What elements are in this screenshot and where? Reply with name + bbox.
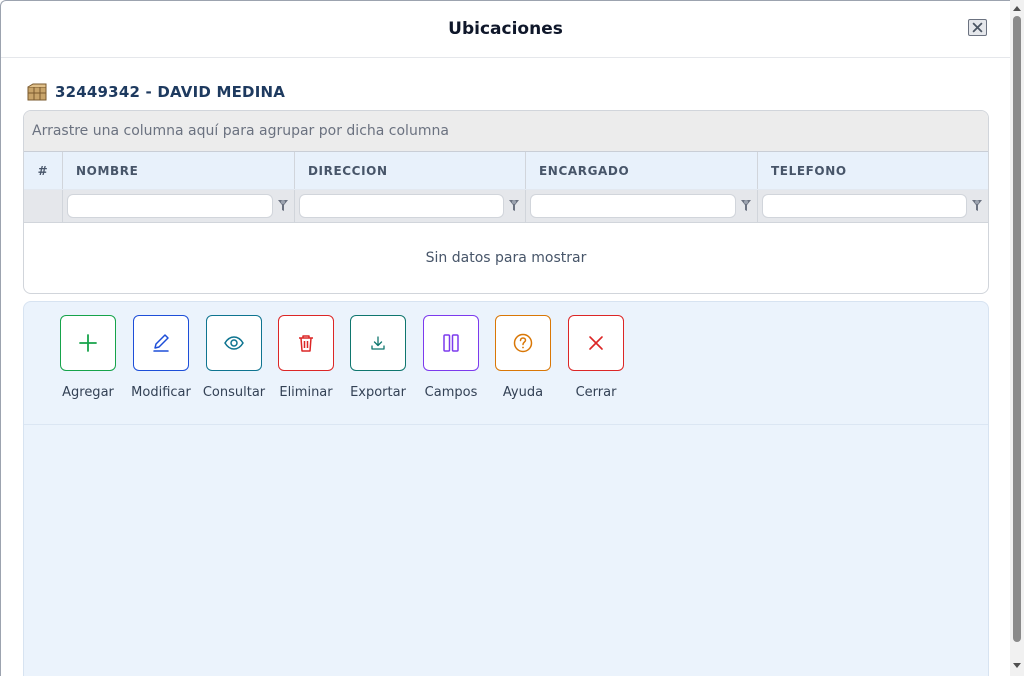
grid-header: # NOMBRE DIRECCION ENCARGADO TELEFONO: [24, 152, 988, 190]
filter-cell-index: [24, 190, 62, 223]
close-label: Cerrar: [575, 385, 617, 400]
column-header-telefono[interactable]: TELEFONO: [757, 152, 988, 189]
close-icon: [972, 22, 983, 33]
dialog-close-button[interactable]: [968, 19, 987, 36]
scroll-thumb[interactable]: [1013, 16, 1021, 642]
customer-heading: 32449342 - DAVID MEDINA: [27, 83, 285, 101]
filter-icon[interactable]: [971, 199, 983, 213]
customer-name: 32449342 - DAVID MEDINA: [55, 83, 286, 101]
filter-icon[interactable]: [277, 199, 289, 213]
column-header-encargado[interactable]: ENCARGADO: [525, 152, 757, 189]
view-button[interactable]: [206, 315, 262, 371]
filter-input-telefono[interactable]: [762, 194, 967, 218]
close-icon: [589, 336, 603, 350]
dialog-titlebar: Ubicaciones: [1, 1, 1010, 58]
filter-cell-telefono: [757, 190, 988, 223]
filter-input-nombre[interactable]: [67, 194, 273, 218]
delete-button[interactable]: [278, 315, 334, 371]
locations-grid: Arrastre una columna aquí para agrupar p…: [23, 110, 989, 294]
filter-icon[interactable]: [740, 199, 752, 213]
eye-icon: [224, 336, 244, 350]
filter-cell-direccion: [294, 190, 525, 223]
column-header-index[interactable]: #: [24, 152, 62, 189]
filter-cell-nombre: [62, 190, 294, 223]
filter-input-direccion[interactable]: [299, 194, 504, 218]
add-button[interactable]: [60, 315, 116, 371]
column-header-direccion[interactable]: DIRECCION: [294, 152, 525, 189]
help-button[interactable]: [495, 315, 551, 371]
filter-icon[interactable]: [508, 199, 520, 213]
empty-message: Sin datos para mostrar: [425, 250, 587, 266]
toolbar-divider: [24, 424, 988, 425]
pencil-icon: [153, 334, 169, 352]
dialog-window: Ubicaciones 32449342 - DAVID MEDINA Arra…: [0, 0, 1010, 676]
toolbar-panel: Agregar Modificar Consultar Eliminar Exp…: [23, 301, 989, 676]
export-button[interactable]: [350, 315, 406, 371]
edit-button[interactable]: [133, 315, 189, 371]
plus-icon: [79, 334, 97, 352]
close-button[interactable]: [568, 315, 624, 371]
columns-button[interactable]: [423, 315, 479, 371]
trash-icon: [299, 335, 313, 352]
dialog-title: Ubicaciones: [448, 19, 563, 39]
scroll-up-arrow-icon[interactable]: [1013, 6, 1021, 11]
scroll-down-arrow-icon[interactable]: [1013, 663, 1021, 668]
group-panel[interactable]: Arrastre una columna aquí para agrupar p…: [24, 111, 988, 152]
column-header-nombre[interactable]: NOMBRE: [62, 152, 294, 189]
filter-input-encargado[interactable]: [530, 194, 736, 218]
columns-icon: [443, 334, 459, 352]
filter-row: [24, 190, 988, 223]
download-icon: [371, 336, 385, 350]
vertical-scrollbar[interactable]: [1010, 0, 1024, 676]
question-icon: [513, 333, 533, 353]
warehouse-icon: [27, 83, 47, 101]
filter-cell-encargado: [525, 190, 757, 223]
